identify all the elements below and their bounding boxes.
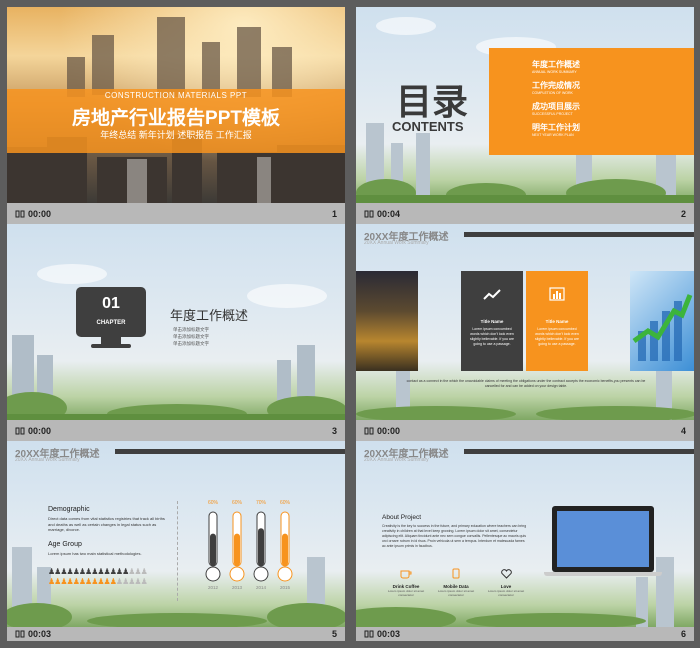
- transition-icon: [364, 630, 374, 638]
- slide-thumbnail-4[interactable]: 20XX年度工作概述 20XX Annual Work Summary Titl…: [356, 224, 694, 442]
- thermo-fill: [258, 528, 264, 566]
- thermo-fill: [234, 533, 240, 566]
- transition-icon: [364, 427, 374, 435]
- slide-subtitle: 20XX Annual Work Summary: [364, 240, 429, 246]
- slide-5-footer: 00:03 5: [7, 627, 345, 641]
- thermo-pct-label: 60%: [280, 500, 291, 506]
- heart-icon: [500, 569, 512, 579]
- slide-3-preview: 01 CHAPTER 年度工作概述 单击添加标题文字 单击添加标题文字 单击添加标题…: [7, 224, 345, 420]
- thermo-pct-label: 60%: [208, 500, 219, 506]
- thermo-fill: [210, 533, 216, 566]
- toc-english: CONTENTS: [392, 119, 464, 134]
- laptop-image: [552, 506, 654, 572]
- people-pictogram: ♟♟♟♟♟♟♟♟♟♟♟♟♟♟♟♟ ♟♟♟♟♟♟♟♟♟♟♟♟♟♟♟♟: [48, 567, 148, 586]
- transition-icon: [15, 427, 25, 435]
- slide-thumbnail-2[interactable]: 目录 CONTENTS 年度工作概述 ANNUAL WORK SUMMARY 工作…: [356, 7, 694, 225]
- header-bar: [115, 449, 345, 454]
- slide-time: 00:00: [28, 209, 52, 219]
- age-group-text: Lorem ipsum has two main statistical met…: [48, 551, 142, 556]
- feature-mobile: Mobile Data Lorem ipsum dolor sit amet c…: [436, 566, 476, 597]
- slide-thumbnail-1[interactable]: CONSTRUCTION MATERIALS PPT 房地产行业报告PPT模板 …: [7, 7, 345, 225]
- about-text: Creativity is the key to success in the …: [382, 524, 527, 548]
- slide-4-footer: 00:00 4: [356, 420, 694, 442]
- slide-2-preview: 目录 CONTENTS 年度工作概述 ANNUAL WORK SUMMARY 工作…: [356, 7, 694, 203]
- slide-note: contact as a connect in the which the un…: [406, 379, 646, 388]
- slide-subtitle: 20XX Annual Work Summary: [364, 457, 429, 463]
- coffee-cup-icon: [400, 570, 412, 579]
- slide-6-preview: 20XX年度工作概述 20XX Annual Work Summary Abou…: [356, 441, 694, 627]
- slide-6-footer: 00:03 6: [356, 627, 694, 641]
- toc-item[interactable]: 成功项目展示 SUCCESSFUL PROJECT: [532, 101, 682, 116]
- slide-2-footer: 00:04 2: [356, 203, 694, 225]
- title-main: 房地产行业报告PPT模板: [72, 108, 280, 129]
- thermometer-chart: 60% 2012 60% 2013 70% 2014 60% 2015: [205, 500, 293, 590]
- toc-item[interactable]: 明年工作计划 NEXT YEAR WORK PLAN: [532, 122, 682, 137]
- thermo-bulb: [229, 566, 245, 582]
- thermo-bulb: [253, 566, 269, 582]
- slide-time: 00:04: [377, 209, 401, 219]
- header-bar: [464, 449, 694, 454]
- bar-chart-icon: [549, 287, 565, 301]
- slide-number: 1: [331, 209, 337, 219]
- age-group-title: Age Group: [48, 541, 82, 548]
- chapter-number: 01: [102, 295, 120, 312]
- slide-3-footer: 00:00 3: [7, 420, 345, 442]
- slide-1-footer: 00:00 1: [7, 203, 345, 225]
- slide-number: 5: [331, 629, 337, 639]
- info-box-dark: Title Name Lorem ipsum concumbed words w…: [461, 271, 523, 371]
- feature-love: Love Lorem ipsum dolor sit amet consecte…: [486, 566, 526, 597]
- transition-icon: [15, 630, 25, 638]
- thermo-pct-label: 60%: [232, 500, 243, 506]
- city-night-image: [356, 271, 418, 371]
- thermo-bulb: [205, 566, 221, 582]
- transition-icon: [15, 210, 25, 218]
- slide-subtitle: 20XX Annual Work Summary: [15, 457, 80, 463]
- toc-item[interactable]: 年度工作概述 ANNUAL WORK SUMMARY: [532, 59, 682, 74]
- header-bar: [464, 232, 694, 237]
- slide-thumbnail-6[interactable]: 20XX年度工作概述 20XX Annual Work Summary Abou…: [356, 441, 694, 641]
- slide-time: 00:03: [377, 629, 401, 639]
- chapter-title: 年度工作概述: [170, 308, 249, 323]
- slide-time: 00:03: [28, 629, 52, 639]
- demographic-text: Direct data comes from vital statistics …: [48, 516, 165, 532]
- slide-1-preview: CONSTRUCTION MATERIALS PPT 房地产行业报告PPT模板 …: [7, 7, 345, 203]
- about-title: About Project: [382, 514, 422, 521]
- thermo-year-label: 2015: [280, 585, 291, 590]
- chapter-label: CHAPTER: [96, 320, 126, 326]
- slide-number: 4: [680, 426, 686, 436]
- toc-title: 目录: [396, 81, 469, 122]
- toc-item[interactable]: 工作完成情况 COMPLETION OF WORK: [532, 80, 682, 95]
- transition-icon: [364, 210, 374, 218]
- toc-list: 年度工作概述 ANNUAL WORK SUMMARY 工作完成情况 COMPLETI…: [532, 59, 682, 137]
- feature-icons: Drink Coffee Lorem ipsum dolor sit amet …: [386, 566, 526, 597]
- slide-4-preview: 20XX年度工作概述 20XX Annual Work Summary Titl…: [356, 224, 694, 420]
- slide-number: 6: [680, 629, 686, 639]
- slide-thumbnail-3[interactable]: 01 CHAPTER 年度工作概述 单击添加标题文字 单击添加标题文字 单击添加标题…: [7, 224, 345, 442]
- thermo-year-label: 2014: [256, 585, 267, 590]
- thermo-year-label: 2013: [232, 585, 243, 590]
- title-subtitle: 年终总结 新年计划 述职报告 工作汇报: [100, 130, 252, 140]
- demographic-title: Demographic: [48, 506, 90, 513]
- thermo-fill: [282, 533, 288, 566]
- mobile-phone-icon: [452, 568, 460, 579]
- thermo-pct-label: 70%: [256, 500, 267, 506]
- slide-time: 00:00: [28, 426, 52, 436]
- slide-time: 00:00: [377, 426, 401, 436]
- chapter-bullets: 单击添加标题文字 单击添加标题文字 单击添加标题文字: [173, 327, 209, 346]
- slide-thumbnail-5[interactable]: 20XX年度工作概述 20XX Annual Work Summary Demo…: [7, 441, 345, 641]
- thermo-bulb: [277, 566, 293, 582]
- feature-coffee: Drink Coffee Lorem ipsum dolor sit amet …: [386, 566, 426, 597]
- info-box-orange: Title Name Lorem ipsum concumbed words w…: [526, 271, 588, 371]
- slide-number: 2: [680, 209, 686, 219]
- slide-5-preview: 20XX年度工作概述 20XX Annual Work Summary Demo…: [7, 441, 345, 627]
- slide-number: 3: [331, 426, 337, 436]
- thermo-year-label: 2012: [208, 585, 219, 590]
- title-english: CONSTRUCTION MATERIALS PPT: [104, 91, 248, 100]
- growth-chart-image: [630, 271, 694, 371]
- trend-line-icon: [483, 289, 501, 300]
